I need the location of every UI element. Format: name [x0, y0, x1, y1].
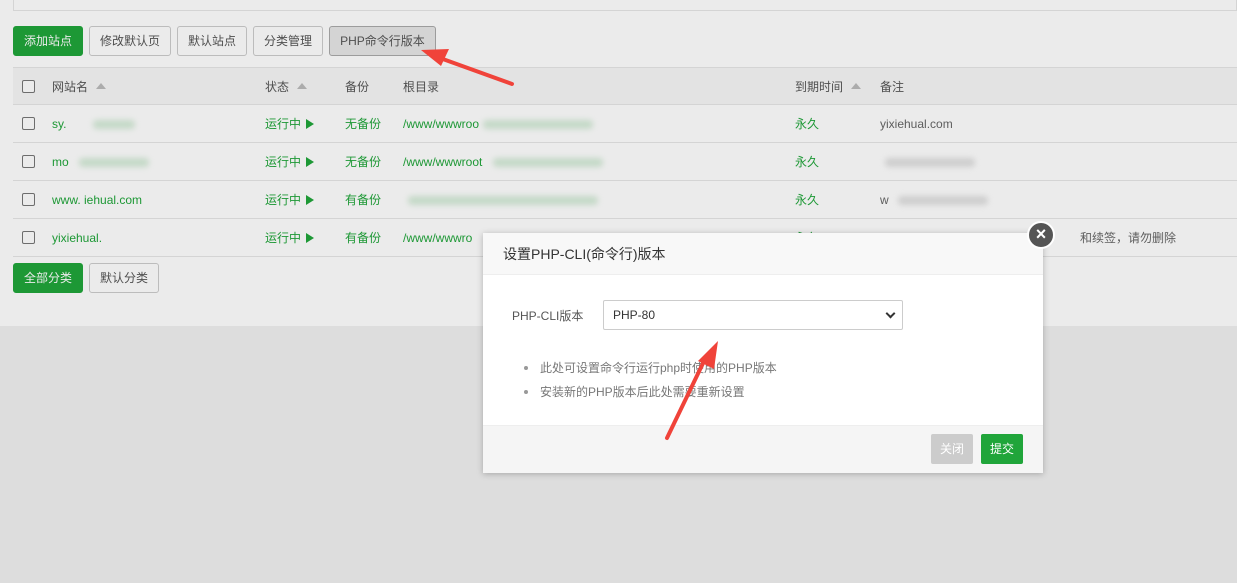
- annotation-arrow-select: [665, 341, 718, 440]
- annotation-arrows: [421, 49, 718, 440]
- annotation-arrow-toolbar: [421, 49, 514, 86]
- site-management-page: 添加站点 修改默认页 默认站点 分类管理 PHP命令行版本 网站名 状态 备份 …: [0, 0, 1237, 583]
